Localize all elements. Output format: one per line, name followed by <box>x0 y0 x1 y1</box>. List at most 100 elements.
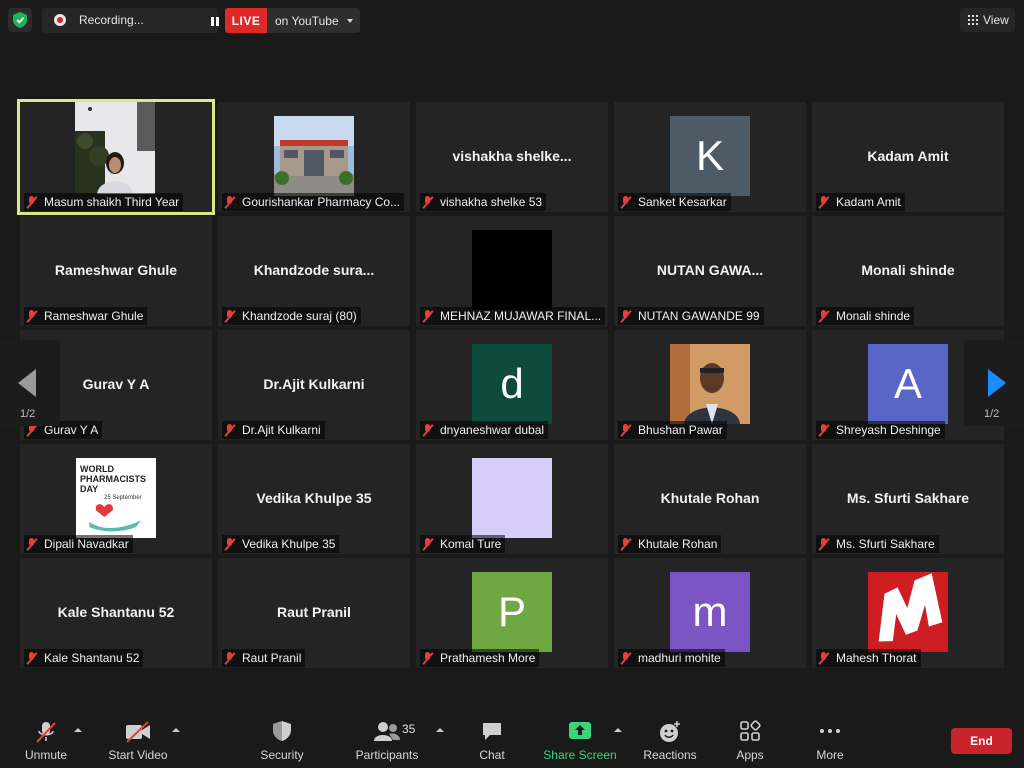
share-options-caret-icon[interactable] <box>614 728 622 732</box>
participant-display-name: Khutale Rohan <box>660 490 760 506</box>
more-dots-icon <box>820 729 840 733</box>
participant-display-name: Monali shinde <box>861 262 955 278</box>
more-label: More <box>816 748 844 762</box>
participant-name: Gourishankar Pharmacy Co... <box>242 195 401 209</box>
participant-tile[interactable]: Vedika Khulpe 35 Vedika Khulpe 35 <box>218 444 410 554</box>
unmute-button[interactable]: Unmute <box>20 712 72 768</box>
poster-date: 25 September <box>104 495 142 501</box>
participants-button[interactable]: 35 Participants <box>354 712 420 768</box>
more-button[interactable]: More <box>808 712 852 768</box>
world-pharmacists-day-poster: WORLD PHARMACISTS DAY 25 September <box>76 458 156 538</box>
arrow-right-icon[interactable] <box>988 369 1006 397</box>
participant-tile[interactable]: Ms. Sfurti Sakhare Ms. Sfurti Sakhare <box>812 444 1004 554</box>
participant-tile[interactable]: d dnyaneshwar dubal <box>416 330 608 440</box>
livestream-dropdown[interactable]: LIVE on YouTube <box>225 8 360 33</box>
record-dot-icon <box>54 14 66 26</box>
share-screen-button[interactable]: Share Screen <box>542 712 618 768</box>
participant-tile[interactable]: K Sanket Kesarkar <box>614 102 806 212</box>
participant-tile[interactable]: WORLD PHARMACISTS DAY 25 September Dipali Na… <box>20 444 212 554</box>
participant-name: Khandzode suraj (80) <box>242 309 357 323</box>
muted-mic-icon <box>36 722 56 743</box>
participant-tile[interactable]: Khandzode sura... Khandzode suraj (80) <box>218 216 410 326</box>
chat-button[interactable]: Chat <box>468 712 516 768</box>
participants-caret-icon[interactable] <box>436 728 444 732</box>
share-screen-icon <box>569 722 591 739</box>
avatar: d <box>472 344 552 424</box>
participant-name: Shreyash Deshinge <box>836 423 941 437</box>
participant-name: dnyaneshwar dubal <box>440 423 545 437</box>
muted-mic-icon <box>422 309 434 323</box>
participant-display-name: Ms. Sfurti Sakhare <box>846 490 970 506</box>
participant-name-label: Shreyash Deshinge <box>816 421 945 439</box>
reactions-smiley-icon <box>660 721 680 742</box>
page-indicator-left: 1/2 <box>20 408 36 420</box>
participant-tile[interactable]: m madhuri mohite <box>614 558 806 668</box>
muted-mic-icon <box>422 423 434 437</box>
video-options-caret-icon[interactable] <box>172 728 180 732</box>
muted-mic-icon <box>224 423 236 437</box>
participant-display-name: Vedika Khulpe 35 <box>256 490 372 506</box>
participant-display-name: Dr.Ajit Kulkarni <box>263 376 365 392</box>
participant-name: Dr.Ajit Kulkarni <box>242 423 321 437</box>
muted-mic-icon <box>818 537 830 551</box>
poster-line1: WORLD <box>80 464 114 474</box>
participant-tile[interactable]: NUTAN GAWA... NUTAN GAWANDE 99 <box>614 216 806 326</box>
grid-icon <box>968 15 978 25</box>
participant-name-label: Kale Shantanu 52 <box>24 649 144 667</box>
profile-photo <box>670 344 750 424</box>
muted-mic-icon <box>224 651 236 665</box>
participant-name-label: Masum shaikh Third Year <box>24 193 184 211</box>
participant-tile[interactable]: Kale Shantanu 52 Kale Shantanu 52 <box>20 558 212 668</box>
security-button[interactable]: Security <box>256 712 308 768</box>
participant-name-label: Dipali Navadkar <box>24 535 133 553</box>
pause-recording-icon[interactable] <box>210 17 220 26</box>
participant-tile[interactable]: Kadam Amit Kadam Amit <box>812 102 1004 212</box>
encryption-shield-icon[interactable] <box>8 8 32 32</box>
participant-tile[interactable]: vishakha shelke... vishakha shelke 53 <box>416 102 608 212</box>
muted-mic-icon <box>818 309 830 323</box>
audio-options-caret-icon[interactable] <box>74 728 82 732</box>
arrow-left-icon[interactable] <box>18 369 36 397</box>
participant-name: NUTAN GAWANDE 99 <box>638 309 760 323</box>
participant-display-name: Khandzode sura... <box>253 262 375 278</box>
muted-mic-icon <box>818 195 830 209</box>
reactions-label: Reactions <box>643 748 697 762</box>
security-label: Security <box>260 748 304 762</box>
participant-name-label: Rameshwar Ghule <box>24 307 148 325</box>
participant-tile[interactable]: Dr.Ajit Kulkarni Dr.Ajit Kulkarni <box>218 330 410 440</box>
participant-tile[interactable]: P Prathamesh More <box>416 558 608 668</box>
participant-tile[interactable]: Rameshwar Ghule Rameshwar Ghule <box>20 216 212 326</box>
muted-mic-icon <box>26 651 38 665</box>
participant-name: Komal Ture <box>440 537 502 551</box>
video-off-icon <box>126 721 150 743</box>
apps-button[interactable]: Apps <box>728 712 772 768</box>
live-destination: on YouTube <box>275 14 339 28</box>
view-button[interactable]: View <box>960 8 1015 32</box>
muted-mic-icon <box>422 537 434 551</box>
participant-tile[interactable]: Masum shaikh Third Year <box>17 99 215 215</box>
participant-tile[interactable]: Monali shinde Monali shinde <box>812 216 1004 326</box>
participant-name-label: vishakha shelke 53 <box>420 193 547 211</box>
end-meeting-button[interactable]: End <box>951 728 1012 754</box>
participant-name-label: Dr.Ajit Kulkarni <box>222 421 325 439</box>
participant-name: Bhushan Pawar <box>638 423 723 437</box>
start-video-button[interactable]: Start Video <box>106 712 170 768</box>
participant-name: Kadam Amit <box>836 195 901 209</box>
participant-name-label: Monali shinde <box>816 307 915 325</box>
participant-name: Vedika Khulpe 35 <box>242 537 336 551</box>
participant-name-label: Raut Pranil <box>222 649 306 667</box>
poster-line3: DAY <box>80 484 99 494</box>
plain-avatar <box>472 458 552 538</box>
participant-tile[interactable]: Bhushan Pawar <box>614 330 806 440</box>
participant-tile[interactable]: Raut Pranil Raut Pranil <box>218 558 410 668</box>
participant-tile[interactable]: Gourishankar Pharmacy Co... <box>218 102 410 212</box>
participant-tile[interactable]: MEHNAZ MUJAWAR FINAL... <box>416 216 608 326</box>
participant-tile[interactable]: Mahesh Thorat <box>812 558 1004 668</box>
muted-mic-icon <box>422 651 434 665</box>
participant-name: MEHNAZ MUJAWAR FINAL... <box>440 309 602 323</box>
participant-tile[interactable]: Khutale Rohan Khutale Rohan <box>614 444 806 554</box>
participant-name: Monali shinde <box>836 309 911 323</box>
reactions-button[interactable]: Reactions <box>640 712 700 768</box>
participant-tile[interactable]: Komal Ture <box>416 444 608 554</box>
muted-mic-icon <box>620 195 632 209</box>
